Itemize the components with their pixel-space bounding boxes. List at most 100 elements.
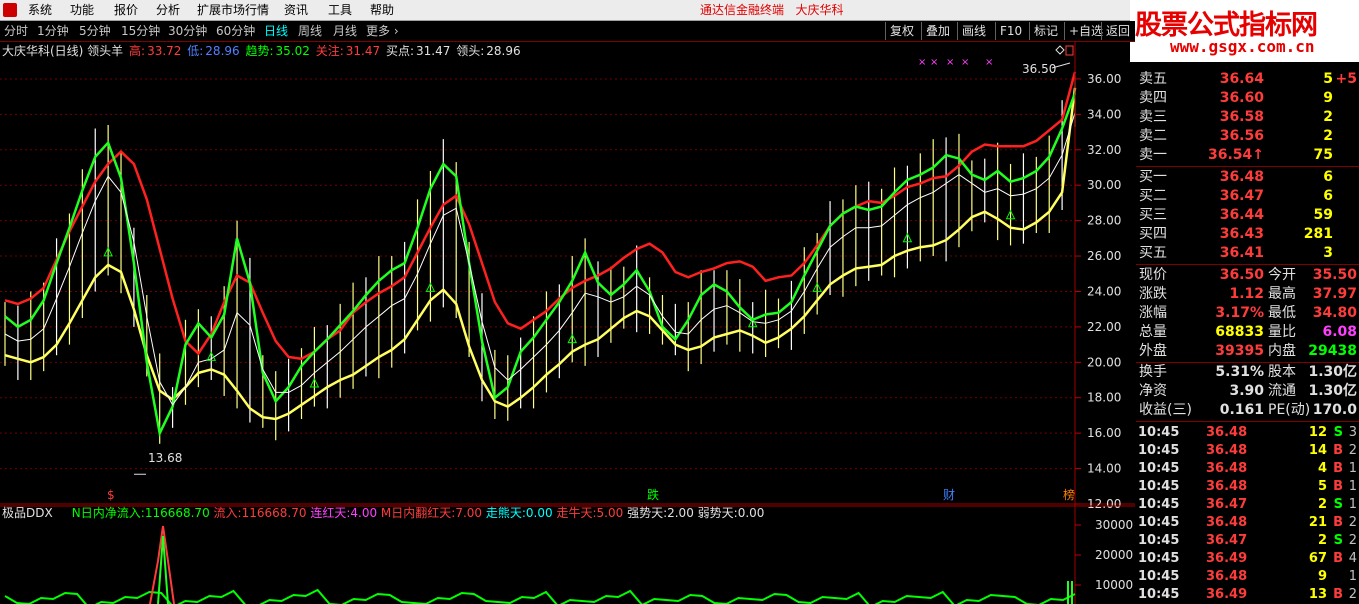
min-price-label: 13.68	[148, 451, 182, 465]
event-marker[interactable]: $	[107, 488, 115, 502]
menu-quote[interactable]: 报价	[110, 0, 142, 20]
price-tick-label: 30.00	[1087, 178, 1121, 192]
event-marker[interactable]: 财	[943, 488, 955, 502]
bid-label: 买二	[1139, 188, 1167, 204]
period-tab[interactable]: 1分钟	[37, 21, 69, 41]
tick-side: B	[1333, 551, 1343, 566]
tick-volume: 14	[1308, 443, 1327, 458]
bid-price: 36.43	[1219, 226, 1264, 242]
app-logo-icon[interactable]	[3, 3, 17, 17]
tick-price: 36.47	[1206, 533, 1248, 548]
tick-price: 36.48	[1206, 443, 1248, 458]
tick-count: 2	[1348, 533, 1357, 548]
period-more[interactable]: 更多 ›	[366, 21, 399, 41]
tick-row: 10:45 36.47 2 S 2	[1136, 532, 1359, 550]
price-tick-label: 14.00	[1087, 462, 1121, 476]
ask-row[interactable]: 卖一 36.54↑ 75	[1136, 146, 1359, 165]
stat-value: 68833	[1215, 324, 1264, 340]
stat-label: 涨幅	[1139, 305, 1167, 321]
overlay-button[interactable]: 叠加	[921, 22, 954, 40]
tick-side: B	[1333, 515, 1343, 530]
mark-button[interactable]: 标记	[1029, 22, 1062, 40]
stat-value: 1.12	[1229, 286, 1264, 302]
period-tab[interactable]: 60分钟	[216, 21, 255, 41]
bid-price: 36.44	[1219, 207, 1264, 223]
draw-line-button[interactable]: 画线	[957, 22, 990, 40]
bid-row[interactable]: 买四 36.43 281	[1136, 225, 1359, 244]
period-tab[interactable]: 15分钟	[121, 21, 160, 41]
menu-ext-market[interactable]: 扩展市场行情	[193, 0, 273, 20]
menu-help[interactable]: 帮助	[366, 0, 398, 20]
ask-price: 36.58	[1219, 109, 1264, 125]
indicator-line	[4, 112, 1076, 406]
event-marker[interactable]: 跌	[647, 487, 659, 502]
menu-system[interactable]: 系统	[24, 0, 56, 20]
tick-side: S	[1333, 425, 1343, 440]
stat-label: 涨跌	[1139, 286, 1167, 302]
price-tick-label: 36.00	[1087, 72, 1121, 86]
event-marker[interactable]: 榜	[1063, 487, 1075, 502]
bid-row[interactable]: 买一 36.48 6	[1136, 168, 1359, 187]
bid-label: 买四	[1139, 226, 1167, 242]
tick-row: 10:45 36.48 14 B 2	[1136, 442, 1359, 460]
tick-row: 10:45 36.48 9 1	[1136, 568, 1359, 586]
stat-label: 收益(三)	[1139, 402, 1192, 418]
ddx-n-value: 116668.70	[144, 506, 210, 520]
ask-volume: 9	[1323, 90, 1333, 106]
signal-mark: ×	[918, 57, 926, 68]
ddx-in-value: 116668.70	[241, 506, 307, 520]
stat-value: 0.161	[1219, 402, 1264, 418]
ask-row[interactable]: 卖四 36.60 9	[1136, 89, 1359, 108]
ask-price: 36.60	[1219, 90, 1264, 106]
ask-label: 卖一	[1139, 147, 1167, 163]
period-tab[interactable]: 周线	[298, 21, 322, 41]
ask-price: 36.64	[1219, 71, 1264, 87]
price-tick-label: 26.00	[1087, 249, 1121, 263]
stat-row: 净资 3.90 流通 1.30亿	[1136, 382, 1359, 401]
stat-label: 流通	[1268, 383, 1296, 399]
stat-row: 涨跌 1.12 最高 37.97	[1136, 285, 1359, 304]
bid-row[interactable]: 买三 36.44 59	[1136, 206, 1359, 225]
bid-row[interactable]: 买二 36.47 6	[1136, 187, 1359, 206]
ask-label: 卖四	[1139, 90, 1167, 106]
ask-label: 卖二	[1139, 128, 1167, 144]
divider	[1136, 264, 1359, 265]
stat-label: 量比	[1268, 324, 1296, 340]
stat-label: 最高	[1268, 286, 1296, 302]
stat-label: PE(动)	[1268, 402, 1311, 418]
price-tick-label: 16.00	[1087, 426, 1121, 440]
menu-tools[interactable]: 工具	[324, 0, 356, 20]
tick-time: 10:45	[1138, 497, 1180, 512]
period-tab-active[interactable]: 日线	[264, 21, 288, 41]
bid-row[interactable]: 买五 36.41 3	[1136, 244, 1359, 263]
back-button[interactable]: 返回	[1101, 22, 1134, 40]
ddx-m-value: 7.00	[455, 506, 483, 520]
f10-button[interactable]: F10	[995, 22, 1026, 40]
tick-volume: 13	[1308, 587, 1327, 602]
ask-row[interactable]: 卖二 36.56 2	[1136, 127, 1359, 146]
signal-mark: ×	[930, 57, 938, 68]
price-tick-label: 32.00	[1087, 143, 1121, 157]
menu-info[interactable]: 资讯	[280, 0, 312, 20]
bid-volume: 6	[1323, 188, 1333, 204]
stat-label: 现价	[1139, 267, 1167, 283]
ask-row[interactable]: 卖三 36.58 2	[1136, 108, 1359, 127]
restore-rights-button[interactable]: 复权	[885, 22, 918, 40]
ask-label: 卖五	[1139, 71, 1167, 87]
period-tab[interactable]: 分时	[4, 21, 28, 41]
tick-price: 36.48	[1206, 425, 1248, 440]
menu-function[interactable]: 功能	[66, 0, 98, 20]
period-tab[interactable]: 5分钟	[79, 21, 111, 41]
tick-count: 2	[1348, 515, 1357, 530]
period-tab[interactable]: 月线	[333, 21, 357, 41]
period-tab[interactable]: 30分钟	[168, 21, 207, 41]
stat-value: 5.31%	[1215, 364, 1264, 380]
tick-count: 1	[1348, 479, 1357, 494]
tick-price: 36.48	[1206, 479, 1248, 494]
menu-analysis[interactable]: 分析	[152, 0, 184, 20]
ask-price: 36.56	[1219, 128, 1264, 144]
bid-price: 36.41	[1219, 245, 1264, 261]
ask-row[interactable]: 卖五 36.64 5 +5	[1136, 70, 1359, 89]
tick-time: 10:45	[1138, 443, 1180, 458]
tick-time: 10:45	[1138, 515, 1180, 530]
